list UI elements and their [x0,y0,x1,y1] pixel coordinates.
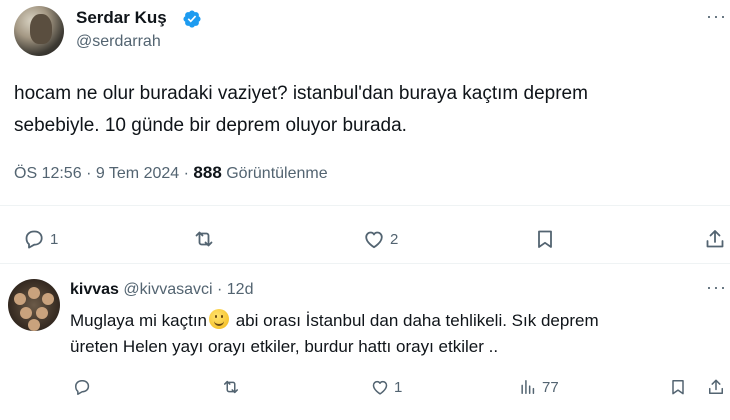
views-label[interactable]: Görüntülenme [226,165,327,182]
analytics-bar-icon [521,380,535,394]
reply-icon [25,230,43,249]
reply-count: 1 [50,230,59,248]
heart-icon [372,380,388,395]
bookmark-icon [672,380,684,395]
reply-text-line-1: Muglaya mi kaçtın abi orası İstanbul dan… [70,308,710,334]
retweet-icon [224,380,238,394]
reply-display-name[interactable]: kivvas [70,281,119,298]
reply-age[interactable]: 12d [227,281,254,298]
bookmark-icon [538,230,552,248]
reply-like-button[interactable]: 1 [370,377,402,397]
tweet-text-line-2: sebebiyle. 10 günde bir deprem oluyor bu… [14,115,407,136]
reply-views-button[interactable]: 77 [518,377,559,397]
reply-handle[interactable]: @kivvasavci [123,281,212,298]
reply-author-avatar[interactable] [8,279,60,331]
author-handle[interactable]: @serdarrah [76,33,161,51]
share-icon [709,379,723,394]
reply-like-count: 1 [394,378,403,396]
verified-badge-icon [183,10,201,28]
reply-separator: · [217,281,223,298]
reply-icon [75,380,90,395]
share-icon [706,230,724,248]
reply-views-count: 77 [542,378,559,396]
reply-text-part-1: Muglaya mi kaçtın [70,311,207,330]
reply-retweet-button[interactable] [221,377,245,397]
smiling-face-emoji-icon [209,309,229,329]
divider [0,263,730,264]
tweet-time[interactable]: ÖS 12:56 [14,165,82,182]
author-display-name[interactable]: Serdar Kuş [76,8,167,28]
tweet-meta: ÖS 12:56 · 9 Tem 2024 · 888 Görüntülenme [14,163,328,183]
tweet-text: hocam ne olur buradaki vaziyet? istanbul… [14,78,714,142]
reply-bookmark-button[interactable] [668,377,688,397]
divider [0,205,730,206]
share-button[interactable] [703,227,727,251]
tweet-text-line-1: hocam ne olur buradaki vaziyet? istanbul… [14,83,588,104]
reply-button[interactable]: 1 [22,227,58,251]
reply-text: Muglaya mi kaçtın abi orası İstanbul dan… [70,308,710,360]
more-options-icon[interactable]: ··· [706,6,727,27]
like-button[interactable]: 2 [362,227,398,251]
reply-share-button[interactable] [706,377,726,397]
like-count: 2 [390,230,399,248]
retweet-button[interactable] [192,227,220,251]
reply-text-part-2: abi orası İstanbul dan daha tehlikeli. S… [231,311,599,330]
reply-text-line-2: üreten Helen yayı orayı etkiler, burdur … [70,337,499,356]
reply-header: kivvas @kivvasavci · 12d [70,281,253,299]
reply-reply-button[interactable] [72,377,96,397]
retweet-icon [195,231,213,247]
meta-separator: · [86,165,96,182]
heart-icon [365,231,383,249]
meta-separator: · [183,165,194,182]
tweet-date[interactable]: 9 Tem 2024 [96,165,179,182]
bookmark-button[interactable] [533,227,557,251]
reply-more-options-icon[interactable]: ··· [706,277,727,298]
author-avatar[interactable] [14,6,64,56]
views-count: 888 [193,163,222,182]
